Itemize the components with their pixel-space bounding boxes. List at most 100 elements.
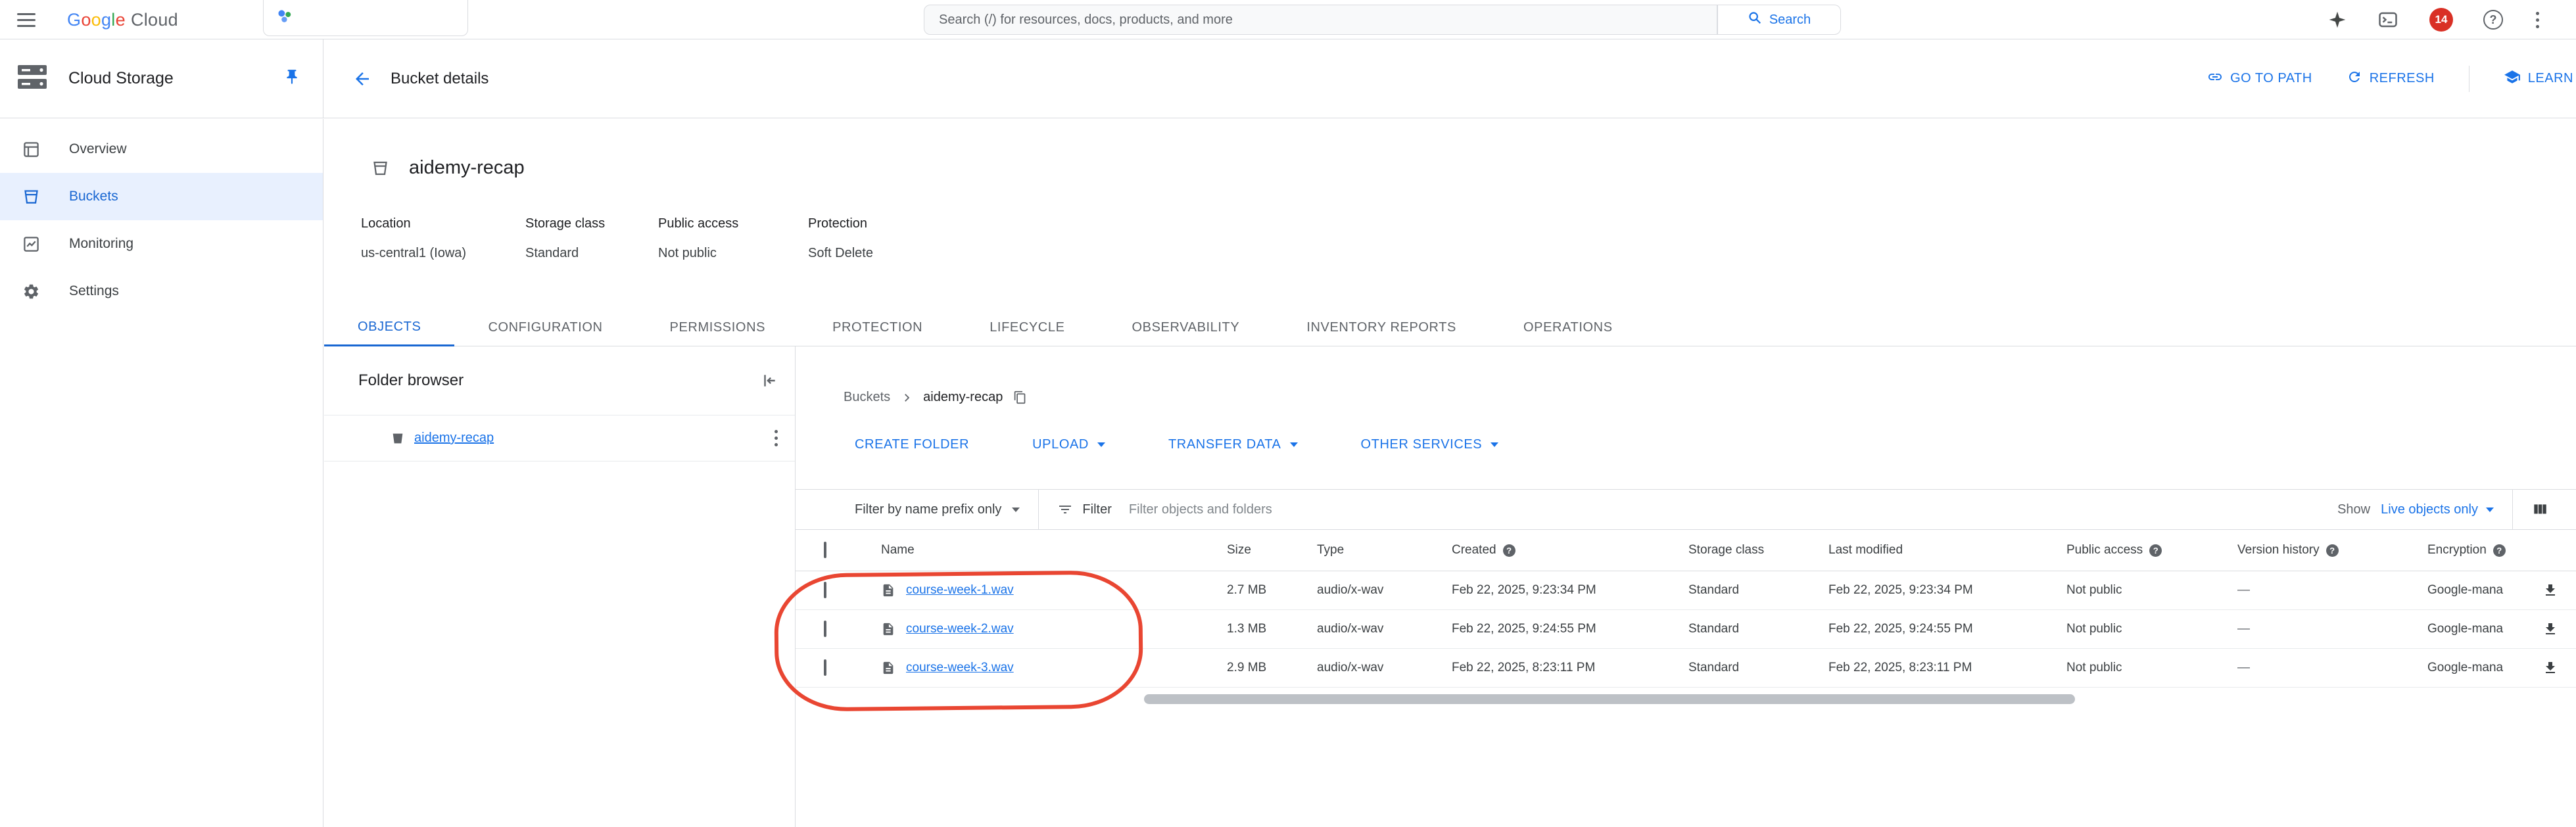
download-icon[interactable] [2542, 660, 2558, 676]
gemini-sparkle-icon[interactable] [2328, 11, 2347, 29]
table-row: course-week-1.wav 2.7 MB audio/x-wav Feb… [796, 571, 2576, 610]
search-button[interactable]: Search [1717, 5, 1841, 35]
cell-storage-class: Standard [1688, 661, 1740, 674]
horizontal-scrollbar-thumb[interactable] [1144, 694, 2075, 704]
select-all-checkbox[interactable] [824, 542, 826, 558]
cell-encryption: Google-mana [2427, 661, 2504, 674]
main-content: aidemy-recap Location us-central1 (Iowa)… [324, 119, 2576, 827]
global-search [924, 5, 1717, 35]
sidebar-item-buckets[interactable]: Buckets [0, 173, 323, 220]
other-services-button[interactable]: OTHER SERVICES [1361, 437, 1499, 452]
download-icon[interactable] [2542, 621, 2558, 637]
cloud-shell-icon[interactable] [2377, 10, 2399, 30]
appbar: Cloud Storage Bucket details GO TO PATH [0, 39, 2576, 118]
col-header-last-modified: Last modified [1828, 543, 1903, 557]
menu-icon[interactable] [17, 13, 36, 27]
tab-configuration[interactable]: CONFIGURATION [454, 309, 636, 346]
upload-button[interactable]: UPLOAD [1032, 437, 1105, 452]
learn-button[interactable]: LEARN [2504, 68, 2573, 89]
pin-icon[interactable] [283, 68, 300, 89]
help-icon[interactable]: ? [2149, 544, 2162, 557]
search-input[interactable] [924, 5, 1717, 34]
cell-created: Feb 22, 2025, 8:23:11 PM [1452, 661, 1596, 674]
google-cloud-logo[interactable]: Google Cloud [67, 0, 178, 39]
go-to-path-button[interactable]: GO TO PATH [2207, 69, 2312, 89]
row-checkbox[interactable] [824, 621, 826, 637]
bucket-icon [371, 159, 389, 177]
filter-objects-input[interactable] [1128, 490, 2338, 529]
topbar-icons: 14 ? [2328, 0, 2542, 39]
more-options-icon[interactable] [2533, 9, 2542, 31]
download-icon[interactable] [2542, 582, 2558, 598]
filter-list-icon [1057, 502, 1073, 517]
cell-type: audio/x-wav [1317, 583, 1384, 597]
file-icon [881, 583, 895, 598]
google-logo-letters: Google [67, 9, 126, 30]
breadcrumb-buckets-link[interactable]: Buckets [844, 390, 890, 405]
help-icon[interactable]: ? [2493, 544, 2506, 557]
filter-divider [1038, 490, 1039, 529]
back-arrow-icon[interactable] [352, 69, 372, 89]
cell-size: 2.7 MB [1227, 583, 1267, 597]
meta-public-access: Public access Not public [658, 216, 739, 260]
file-icon [881, 661, 895, 675]
object-link[interactable]: course-week-1.wav [906, 583, 1014, 598]
refresh-icon [2347, 69, 2362, 89]
tree-item-more-icon[interactable] [772, 427, 780, 449]
sidebar-item-monitoring[interactable]: Monitoring [0, 220, 323, 268]
overview-icon [22, 141, 40, 158]
column-settings-icon[interactable] [2531, 501, 2548, 518]
notifications-badge[interactable]: 14 [2429, 8, 2453, 32]
tab-protection[interactable]: PROTECTION [799, 309, 956, 346]
row-checkbox[interactable] [824, 659, 826, 676]
cell-encryption: Google-mana [2427, 583, 2504, 597]
object-link[interactable]: course-week-2.wav [906, 622, 1014, 636]
bucket-name: aidemy-recap [409, 157, 525, 178]
tab-objects[interactable]: OBJECTS [324, 309, 455, 346]
table-row: course-week-3.wav 2.9 MB audio/x-wav Feb… [796, 649, 2576, 688]
bucket-icon [391, 431, 405, 446]
project-picker[interactable] [263, 0, 468, 36]
caret-down-icon [1012, 507, 1020, 512]
tab-lifecycle[interactable]: LIFECYCLE [956, 309, 1098, 346]
create-folder-button[interactable]: CREATE FOLDER [855, 437, 969, 452]
table-row: course-week-2.wav 1.3 MB audio/x-wav Feb… [796, 610, 2576, 649]
object-link[interactable]: course-week-3.wav [906, 661, 1014, 675]
object-actions: CREATE FOLDER UPLOAD TRANSFER DATA OTHER… [855, 437, 1499, 452]
filter-label: Filter [1082, 502, 1112, 517]
cell-last-modified: Feb 22, 2025, 9:23:34 PM [1828, 583, 1973, 597]
cell-public-access: Not public [2066, 622, 2122, 636]
cell-public-access: Not public [2066, 583, 2122, 597]
collapse-panel-icon[interactable] [761, 372, 778, 389]
row-checkbox[interactable] [824, 582, 826, 598]
tab-inventory-reports[interactable]: INVENTORY REPORTS [1273, 309, 1490, 346]
sidebar-item-settings[interactable]: Settings [0, 268, 323, 315]
page-actions: GO TO PATH REFRESH LEARN [2207, 65, 2576, 92]
show-objects-dropdown[interactable]: Live objects only [2381, 502, 2494, 517]
monitoring-icon [22, 235, 40, 253]
filter-prefix-dropdown[interactable]: Filter by name prefix only [855, 502, 1020, 517]
link-icon [2207, 69, 2223, 89]
help-icon[interactable]: ? [2326, 544, 2339, 557]
help-icon[interactable]: ? [2483, 10, 2503, 30]
transfer-data-button[interactable]: TRANSFER DATA [1168, 437, 1298, 452]
cell-version-history: — [2237, 622, 2250, 636]
folder-tree-bucket-link[interactable]: aidemy-recap [414, 431, 494, 446]
tab-observability[interactable]: OBSERVABILITY [1099, 309, 1274, 346]
help-icon[interactable]: ? [1502, 544, 1515, 557]
col-header-name: Name [881, 543, 915, 557]
tab-permissions[interactable]: PERMISSIONS [636, 309, 799, 346]
cell-size: 1.3 MB [1227, 622, 1267, 636]
refresh-button[interactable]: REFRESH [2347, 69, 2435, 89]
cell-version-history: — [2237, 661, 2250, 674]
copy-icon[interactable] [1013, 390, 1027, 404]
meta-storage-class: Storage class Standard [525, 216, 606, 260]
cell-public-access: Not public [2066, 661, 2122, 674]
cell-storage-class: Standard [1688, 583, 1740, 597]
sidebar-item-overview[interactable]: Overview [0, 126, 323, 173]
col-header-version-history: Version history ? [2237, 543, 2427, 557]
col-header-type: Type [1317, 543, 1345, 557]
show-label: Show [2337, 502, 2371, 517]
breadcrumb-current: aidemy-recap [923, 390, 1003, 404]
tab-operations[interactable]: OPERATIONS [1490, 309, 1646, 346]
